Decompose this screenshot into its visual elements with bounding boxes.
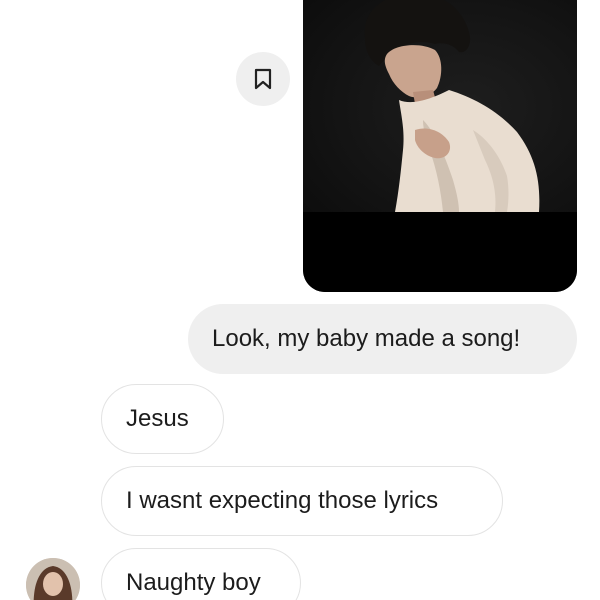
media-thumbnail xyxy=(303,0,577,212)
message-text: Naughty boy xyxy=(126,569,261,596)
shared-media-card[interactable] xyxy=(303,0,577,292)
message-bubble-sent[interactable]: Look, my baby made a song! xyxy=(188,304,577,374)
sender-avatar[interactable] xyxy=(26,558,80,600)
message-bubble-received[interactable]: Jesus xyxy=(101,384,224,454)
chat-screen: Look, my baby made a song! Jesus I wasnt… xyxy=(0,0,600,600)
media-footer xyxy=(303,212,577,292)
message-text: Look, my baby made a song! xyxy=(212,325,521,352)
bookmark-icon xyxy=(254,68,272,90)
message-bubble-received[interactable]: Naughty boy xyxy=(101,548,301,600)
message-bubble-received[interactable]: I wasnt expecting those lyrics xyxy=(101,466,503,536)
message-text: I wasnt expecting those lyrics xyxy=(126,487,439,514)
message-text: Jesus xyxy=(126,405,189,432)
profile-photo-avatar xyxy=(26,558,80,600)
save-post-button[interactable] xyxy=(236,52,290,106)
